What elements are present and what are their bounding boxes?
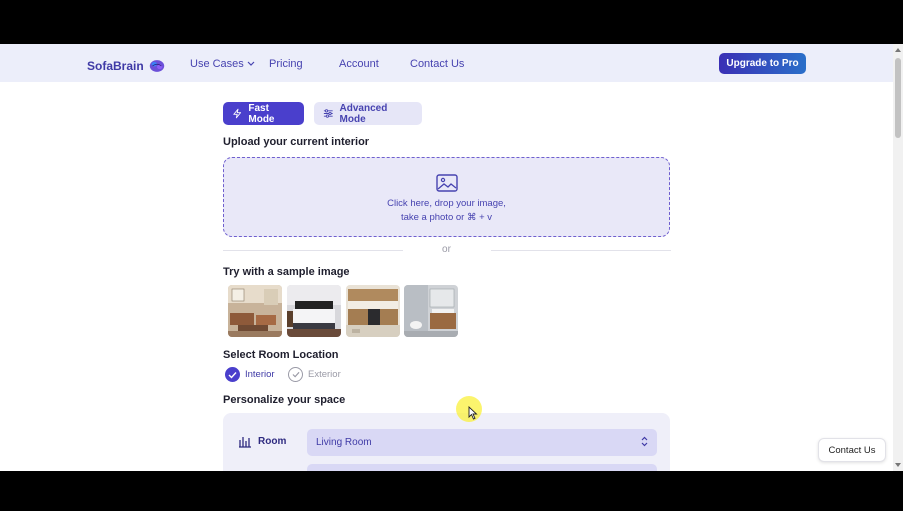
sliders-icon <box>323 109 333 118</box>
checkmark-circle-icon <box>225 367 240 382</box>
select-updown-icon <box>641 436 648 447</box>
browser-viewport: SofaBrain Use Cases Pricing Account Cont… <box>0 44 903 471</box>
scroll-thumb[interactable] <box>895 58 901 138</box>
location-option-interior[interactable]: Interior <box>225 367 275 382</box>
location-exterior-label: Exterior <box>308 369 341 380</box>
room-label-text: Room <box>258 435 287 447</box>
nav-account[interactable]: Account <box>339 58 379 70</box>
room-select[interactable]: Living Room <box>307 429 657 456</box>
check-circle-outline-icon <box>288 367 303 382</box>
nav-pricing[interactable]: Pricing <box>269 58 303 70</box>
or-divider: or <box>223 244 671 258</box>
advanced-mode-label: Advanced Mode <box>339 102 388 125</box>
top-letterbox <box>0 0 903 44</box>
scroll-up-arrow-icon[interactable] <box>895 48 901 52</box>
nav-use-cases[interactable]: Use Cases <box>190 58 255 70</box>
sample-bedroom-image[interactable] <box>287 285 341 337</box>
location-option-exterior[interactable]: Exterior <box>288 367 341 382</box>
brand-logo[interactable]: SofaBrain <box>87 57 166 75</box>
room-chart-icon <box>239 437 251 448</box>
sample-living-room-image[interactable] <box>228 285 282 337</box>
nav-use-cases-label: Use Cases <box>190 58 244 70</box>
upload-title: Upload your current interior <box>223 136 370 148</box>
personalize-title: Personalize your space <box>223 394 346 406</box>
location-interior-label: Interior <box>245 369 275 380</box>
dropzone-instruction-line2: take a photo or ⌘ + v <box>400 212 493 223</box>
location-title: Select Room Location <box>223 349 339 361</box>
bottom-letterbox <box>0 471 903 511</box>
site-header: SofaBrain Use Cases Pricing Account Cont… <box>0 44 893 82</box>
image-dropzone[interactable]: Click here, drop your image, take a phot… <box>223 157 670 237</box>
chevron-down-icon <box>247 61 255 66</box>
image-icon <box>436 174 458 192</box>
contact-us-float-button[interactable]: Contact Us <box>818 438 886 462</box>
fast-mode-button[interactable]: Fast Mode <box>223 102 304 125</box>
brain-icon <box>149 60 164 72</box>
nav-contact-us[interactable]: Contact Us <box>410 58 464 70</box>
page-scrollbar[interactable] <box>893 44 903 471</box>
mouse-pointer-icon <box>468 406 478 420</box>
brand-name: SofaBrain <box>87 59 144 73</box>
style-select[interactable] <box>307 464 657 471</box>
sample-kitchen-image[interactable] <box>346 285 400 337</box>
room-select-value: Living Room <box>316 437 372 448</box>
lightning-icon <box>233 108 242 119</box>
upgrade-button[interactable]: Upgrade to Pro <box>719 53 806 74</box>
scroll-down-arrow-icon[interactable] <box>895 463 901 467</box>
room-field-label: Room <box>238 434 286 448</box>
sample-bathroom-image[interactable] <box>404 285 458 337</box>
divider-line-right <box>491 250 671 251</box>
advanced-mode-button[interactable]: Advanced Mode <box>314 102 422 125</box>
fast-mode-label: Fast Mode <box>248 102 275 125</box>
dropzone-instruction-line1: Click here, drop your image, <box>387 198 506 209</box>
samples-title: Try with a sample image <box>223 266 350 278</box>
